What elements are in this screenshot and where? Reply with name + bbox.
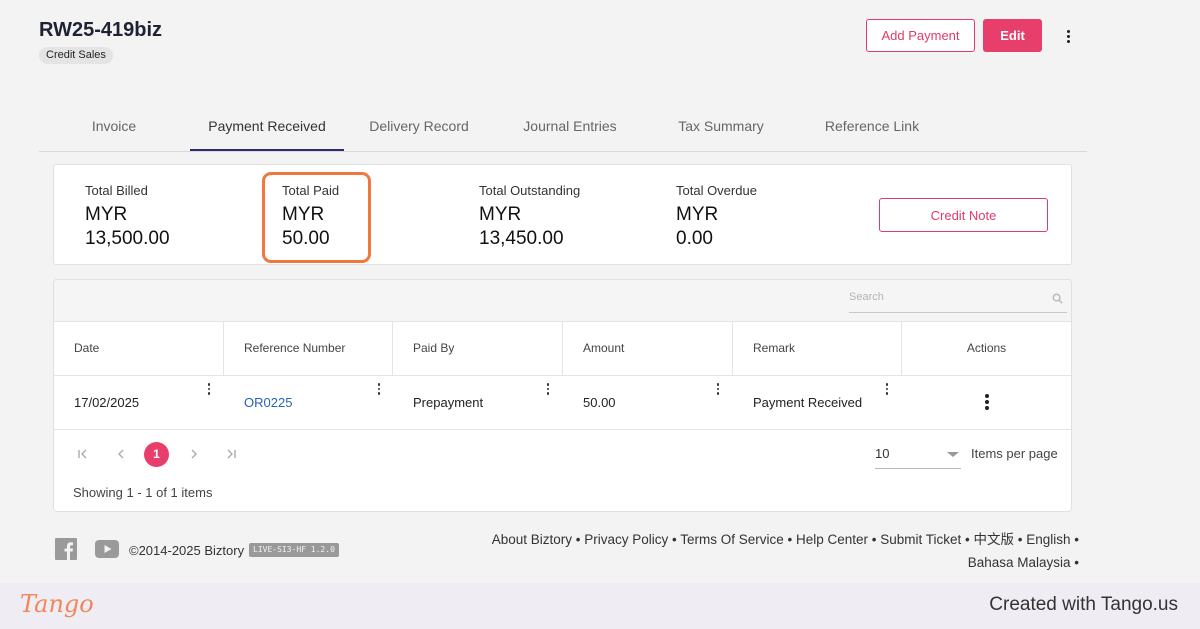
column-header-date[interactable]: Date — [54, 321, 224, 375]
total-billed-label: Total Billed — [85, 183, 148, 198]
tango-credit-text: Created with Tango.us — [989, 594, 1178, 615]
document-type-badge: Credit Sales — [39, 47, 113, 64]
previous-page-icon[interactable] — [111, 444, 131, 464]
youtube-icon[interactable] — [95, 540, 119, 558]
dropdown-arrow-icon — [947, 452, 959, 457]
tab-bar: Invoice Payment Received Delivery Record… — [39, 104, 1087, 152]
total-overdue-value: 0.00 — [676, 228, 713, 249]
column-header-actions: Actions — [902, 321, 1071, 375]
cell-paid-by: Prepayment — [413, 395, 484, 410]
grid-header: Date Reference Number Paid By Amount Rem… — [54, 321, 1071, 395]
page: RW25-419biz Credit Sales Add Payment Edi… — [0, 0, 1200, 583]
footer-links-line-1[interactable]: About Biztory • Privacy Policy • Terms O… — [479, 528, 1079, 551]
total-billed-value: 13,500.00 — [85, 228, 170, 249]
cell-reference-link[interactable]: OR0225 — [224, 376, 393, 429]
items-per-page-label: Items per page — [971, 446, 1058, 461]
tab-journal-entries[interactable]: Journal Entries — [494, 104, 646, 149]
search-placeholder: Search — [849, 291, 884, 303]
column-header-label: Amount — [583, 341, 625, 355]
column-header-remark[interactable]: Remark — [733, 321, 902, 375]
more-options-icon[interactable] — [1058, 26, 1078, 46]
total-billed: Total Billed MYR 13,500.00 — [85, 183, 170, 251]
page-title: RW25-419biz — [39, 19, 163, 41]
footer-links[interactable]: About Biztory • Privacy Policy • Terms O… — [479, 528, 1079, 574]
total-overdue-currency: MYR — [676, 204, 719, 225]
next-page-icon[interactable] — [184, 444, 204, 464]
total-billed-currency: MYR — [85, 204, 128, 225]
total-outstanding: Total Outstanding MYR 13,450.00 — [479, 183, 580, 251]
column-header-paid-by[interactable]: Paid By — [393, 321, 563, 375]
row-actions-icon[interactable] — [977, 392, 997, 412]
column-header-label: Date — [74, 341, 100, 355]
tab-invoice[interactable]: Invoice — [51, 104, 177, 149]
total-outstanding-value: 13,450.00 — [479, 228, 564, 249]
first-page-icon[interactable] — [73, 444, 93, 464]
total-overdue-label: Total Overdue — [676, 183, 757, 198]
column-header-label: Paid By — [413, 341, 455, 355]
column-header-label: Reference Number — [244, 341, 346, 355]
payments-grid: Search Date Reference Number Paid By Amo… — [53, 279, 1072, 512]
tab-payment-received[interactable]: Payment Received — [190, 104, 344, 151]
total-overdue: Total Overdue MYR 0.00 — [676, 183, 757, 251]
total-outstanding-currency: MYR — [479, 204, 522, 225]
copyright-text: ©2014-2025 Biztory — [129, 543, 245, 558]
column-header-label: Actions — [966, 341, 1007, 355]
page-size-value: 10 — [875, 446, 890, 461]
last-page-icon[interactable] — [221, 444, 241, 464]
search-icon — [1052, 293, 1063, 304]
table-row: 17/02/2025 OR0225 Prepayment 50.00 Payme… — [54, 376, 1071, 430]
tab-reference-link[interactable]: Reference Link — [796, 104, 948, 149]
column-header-reference-number[interactable]: Reference Number — [224, 321, 393, 375]
search-input[interactable]: Search — [849, 288, 1067, 313]
footer-links-line-2[interactable]: Bahasa Malaysia • — [479, 551, 1079, 574]
grid-toolbar: Search — [54, 280, 1071, 322]
credit-note-button[interactable]: Credit Note — [879, 198, 1048, 232]
tango-logo: Tango — [20, 590, 94, 618]
tab-delivery-record[interactable]: Delivery Record — [342, 104, 496, 149]
column-header-amount[interactable]: Amount — [563, 321, 733, 375]
cell-remark: Payment Received — [753, 395, 863, 410]
facebook-icon[interactable] — [55, 538, 77, 560]
pagination: 1 10 Items per page Showing 1 - 1 of 1 i… — [54, 430, 1071, 511]
column-header-label: Remark — [753, 341, 796, 355]
tab-tax-summary[interactable]: Tax Summary — [645, 104, 797, 149]
page-number-current[interactable]: 1 — [144, 442, 169, 467]
cell-amount: 50.00 — [583, 395, 616, 410]
total-paid-highlight — [262, 172, 371, 263]
page-size-select[interactable]: 10 — [875, 442, 961, 469]
add-payment-button[interactable]: Add Payment — [866, 19, 975, 52]
edit-button[interactable]: Edit — [983, 19, 1042, 52]
showing-items-text: Showing 1 - 1 of 1 items — [73, 485, 213, 500]
total-outstanding-label: Total Outstanding — [479, 183, 581, 198]
cell-date: 17/02/2025 — [74, 395, 140, 410]
version-badge: LIVE-SI3-HF 1.2.0 — [249, 543, 339, 557]
